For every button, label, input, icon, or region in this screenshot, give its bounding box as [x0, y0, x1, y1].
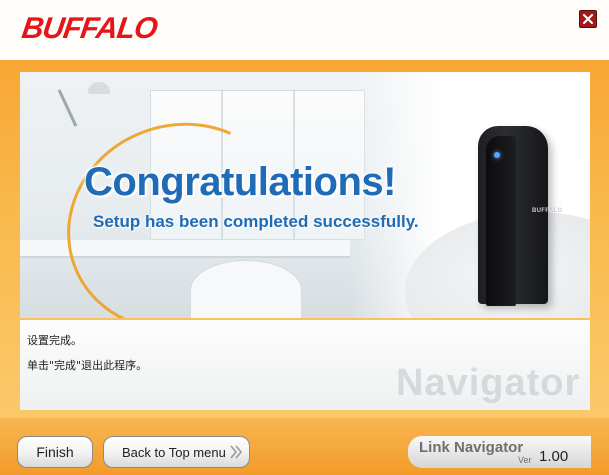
desk-lamp-head-image [88, 82, 110, 94]
back-to-top-menu-button[interactable]: Back to Top menu [103, 436, 250, 468]
version-badge: Link Navigator Ver 1.00 [408, 436, 591, 468]
setup-window: BUFFALO BUFFALO Congratulations! Setup h… [0, 0, 609, 475]
version-number: 1.00 [539, 448, 569, 465]
nas-device-image: BUFFALO [470, 118, 562, 306]
double-chevron-right-icon [230, 445, 243, 459]
nas-power-led [494, 152, 500, 158]
nas-front-panel [486, 136, 516, 306]
desk-lamp-image [57, 89, 78, 127]
setup-complete-subheading: Setup has been completed successfully. [93, 212, 419, 231]
message-panel: Navigator 设置完成。 单击"完成"退出此程序。 [20, 320, 590, 410]
nas-body: BUFFALO [478, 126, 562, 306]
buffalo-logo: BUFFALO [19, 12, 160, 45]
navigator-watermark: Navigator [396, 362, 581, 404]
nas-brand-label: BUFFALO [532, 208, 563, 214]
message-line-1: 设置完成。 [27, 334, 82, 347]
close-button[interactable] [579, 10, 597, 28]
header-bar: BUFFALO [0, 0, 609, 60]
app-name: Link Navigator [419, 439, 524, 456]
version-prefix: Ver [518, 455, 532, 465]
congratulations-heading: Congratulations! [84, 160, 396, 204]
back-to-top-menu-label: Back to Top menu [122, 444, 226, 460]
finish-button[interactable]: Finish [17, 436, 93, 468]
close-icon [583, 14, 593, 24]
message-line-2: 单击"完成"退出此程序。 [27, 359, 148, 372]
